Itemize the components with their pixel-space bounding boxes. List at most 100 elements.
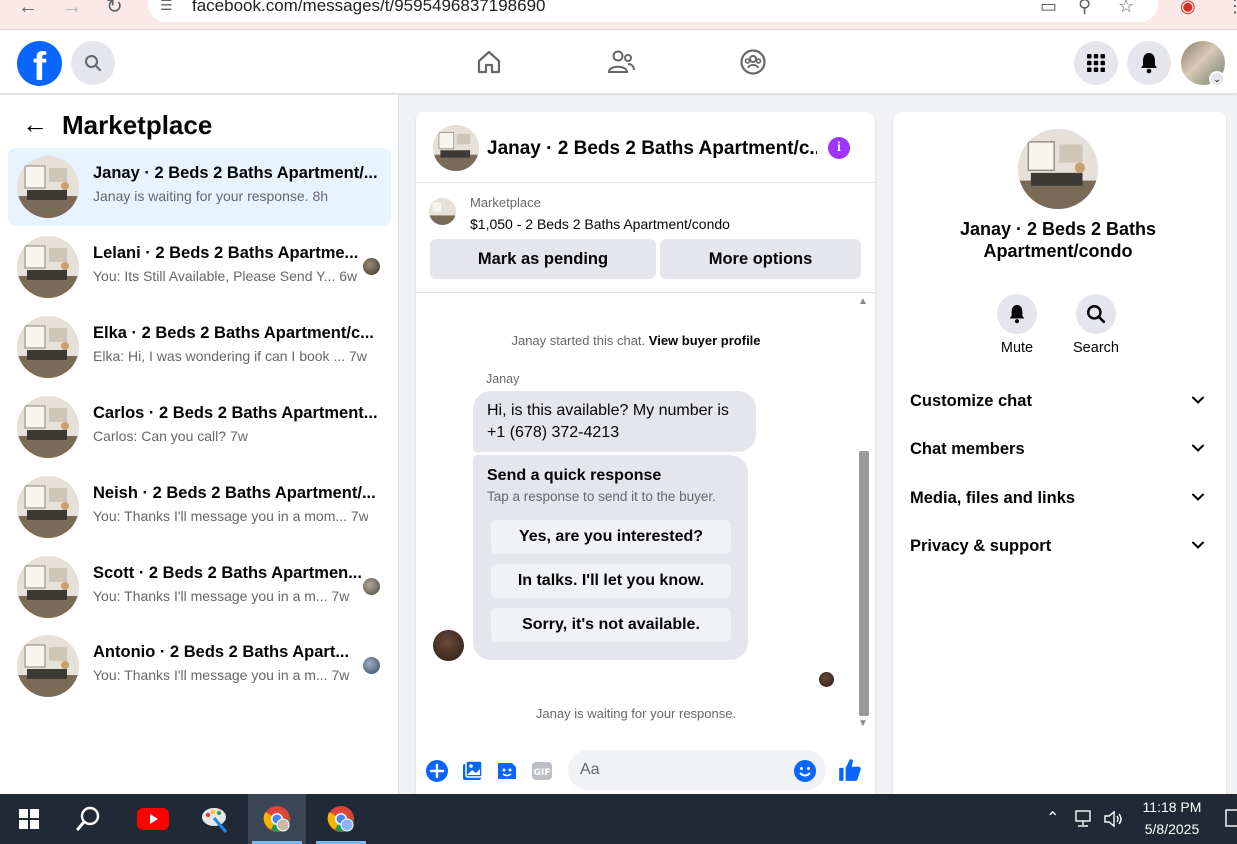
chevron-down-icon[interactable]: ⌄ — [1209, 71, 1225, 87]
mute-button[interactable] — [997, 294, 1037, 334]
cast-icon[interactable]: ▭ — [1040, 0, 1057, 15]
back-arrow-icon[interactable]: ← — [18, 0, 38, 17]
search-icon[interactable] — [60, 794, 118, 844]
conversation-snippet: You: Thanks I'll message you in a mom...… — [93, 508, 368, 524]
quick-response-option[interactable]: Sorry, it's not available. — [491, 608, 731, 642]
marketplace-label: Marketplace — [470, 195, 541, 210]
scrollbar-thumb[interactable] — [859, 451, 869, 716]
listing-thumbnail — [1018, 129, 1098, 209]
notification-center-icon[interactable] — [1225, 809, 1237, 829]
conversation-name: Antonio · 2 Beds 2 Baths Apart... — [93, 643, 350, 661]
photo-icon[interactable] — [460, 759, 484, 783]
info-icon[interactable]: i — [828, 137, 850, 159]
quick-response-option[interactable]: In talks. I'll let you know. — [491, 564, 731, 598]
volume-icon[interactable] — [1103, 809, 1125, 829]
home-icon[interactable] — [472, 45, 506, 79]
plus-circle-icon[interactable] — [425, 759, 449, 783]
facebook-header: f ⌄ — [0, 31, 1237, 94]
privacy-support-section[interactable]: Privacy & support — [910, 533, 1210, 563]
chevron-down-icon — [1192, 396, 1204, 404]
conversation-snippet: Carlos: Can you call? 7w — [93, 428, 248, 444]
profile-icon[interactable]: ◉ — [1180, 0, 1196, 15]
media-files-links-section[interactable]: Media, files and links — [910, 485, 1210, 515]
conversation-item[interactable]: Elka · 2 Beds 2 Baths Apartment/c... Elk… — [8, 308, 391, 386]
search-in-chat-button[interactable] — [1076, 294, 1116, 334]
friends-icon[interactable] — [604, 45, 638, 79]
listing-thumbnail[interactable] — [433, 125, 479, 171]
message-bubble[interactable]: Hi, is this available? My number is +1 (… — [473, 391, 756, 452]
search-button[interactable] — [71, 41, 115, 85]
section-label: Media, files and links — [910, 489, 1076, 507]
notifications-button[interactable] — [1127, 41, 1171, 85]
conversation-snippet: Janay is waiting for your response. 8h — [93, 188, 329, 204]
chevron-down-icon — [1192, 493, 1204, 501]
conversation-item[interactable]: Neish · 2 Beds 2 Baths Apartment/... You… — [8, 468, 391, 546]
like-thumb-icon[interactable] — [837, 757, 863, 783]
conversation-item[interactable]: Janay · 2 Beds 2 Baths Apartment/... Jan… — [8, 148, 391, 226]
search-icon — [1087, 305, 1106, 324]
emoji-icon[interactable] — [793, 759, 817, 783]
conversation-snippet: Elka: Hi, I was wondering if can I book … — [93, 348, 367, 364]
groups-icon[interactable] — [736, 45, 770, 79]
conversation-name: Elka · 2 Beds 2 Baths Apartment/c... — [93, 324, 374, 342]
bookmark-star-icon[interactable]: ☆ — [1118, 0, 1134, 15]
back-arrow-icon[interactable]: ← — [22, 111, 48, 137]
site-settings-icon[interactable]: ☰ — [160, 0, 173, 12]
svg-text:GIF: GIF — [534, 768, 551, 778]
listing-thumbnail — [17, 476, 79, 538]
taskbar-date[interactable]: 5/8/2025 — [1140, 821, 1204, 837]
chrome-menu-icon[interactable]: ⋮ — [1226, 0, 1237, 15]
chat-members-section[interactable]: Chat members — [910, 436, 1210, 466]
seen-avatar — [819, 672, 834, 687]
conversation-item[interactable]: Antonio · 2 Beds 2 Baths Apart... You: T… — [8, 627, 391, 705]
divider — [416, 292, 875, 293]
more-options-button[interactable]: More options — [660, 239, 861, 279]
sticker-icon[interactable] — [495, 759, 519, 783]
bell-icon — [1009, 305, 1025, 324]
paint-app-icon[interactable] — [186, 794, 244, 844]
mark-pending-button[interactable]: Mark as pending — [430, 239, 656, 279]
windows-start-icon[interactable] — [0, 794, 58, 844]
chevron-up-icon[interactable]: ⌃ — [1046, 808, 1059, 828]
conversation-item[interactable]: Lelani · 2 Beds 2 Baths Apartme... You: … — [8, 228, 391, 306]
quick-response-subtitle: Tap a response to send it to the buyer. — [487, 489, 716, 504]
chrome-profile-icon[interactable] — [312, 794, 370, 844]
conversation-item[interactable]: Scott · 2 Beds 2 Baths Apartmen... You: … — [8, 548, 391, 626]
chat-started-text: Janay started this chat. — [511, 333, 646, 348]
conversation-item[interactable]: Carlos · 2 Beds 2 Baths Apartment... Car… — [8, 388, 391, 466]
scroll-up-arrow-icon[interactable]: ▲ — [858, 296, 868, 307]
facebook-logo-icon[interactable]: f — [17, 41, 62, 89]
sender-name: Janay — [486, 372, 520, 386]
quick-response-option[interactable]: Yes, are you interested? — [491, 520, 731, 554]
forward-arrow-icon[interactable]: → — [62, 0, 82, 17]
listing-price-title[interactable]: $1,050 - 2 Beds 2 Baths Apartment/condo — [470, 216, 730, 232]
listing-thumbnail — [429, 198, 456, 225]
quick-response-card: Send a quick response Tap a response to … — [473, 455, 748, 660]
zoom-icon[interactable]: ⚲ — [1078, 0, 1091, 15]
conversation-name: Neish · 2 Beds 2 Baths Apartment/... — [93, 484, 376, 502]
scroll-down-arrow-icon[interactable]: ▼ — [858, 718, 868, 729]
conversation-snippet: You: Thanks I'll message you in a m... 7… — [93, 588, 350, 604]
customize-chat-section[interactable]: Customize chat — [910, 388, 1210, 418]
mute-label: Mute — [1000, 340, 1034, 356]
menu-grid-button[interactable] — [1074, 41, 1118, 85]
grid-icon — [1087, 54, 1105, 72]
url-text[interactable]: facebook.com/messages/t/9595496837198690 — [192, 0, 545, 16]
avatar[interactable] — [433, 630, 464, 661]
conversation-name: Carlos · 2 Beds 2 Baths Apartment... — [93, 404, 378, 422]
browser-toolbar: ← → ↻ ☰ facebook.com/messages/t/95954968… — [0, 0, 1237, 30]
gif-icon[interactable]: GIF — [530, 759, 554, 783]
youtube-icon[interactable] — [124, 794, 182, 844]
bell-icon — [1141, 53, 1157, 74]
taskbar-time[interactable]: 11:18 PM — [1140, 799, 1204, 815]
section-label: Chat members — [910, 440, 1025, 458]
listing-thumbnail — [17, 396, 79, 458]
chrome-window-icon[interactable] — [248, 794, 306, 844]
chat-title[interactable]: Janay · 2 Beds 2 Baths Apartment/c... — [487, 138, 817, 160]
message-input[interactable] — [568, 750, 826, 790]
view-buyer-profile-link[interactable]: View buyer profile — [649, 333, 761, 348]
conversation-name: Lelani · 2 Beds 2 Baths Apartme... — [93, 244, 359, 262]
chat-started-notice: Janay started this chat. View buyer prof… — [416, 333, 856, 348]
reload-icon[interactable]: ↻ — [106, 0, 123, 17]
network-icon[interactable] — [1075, 810, 1095, 828]
